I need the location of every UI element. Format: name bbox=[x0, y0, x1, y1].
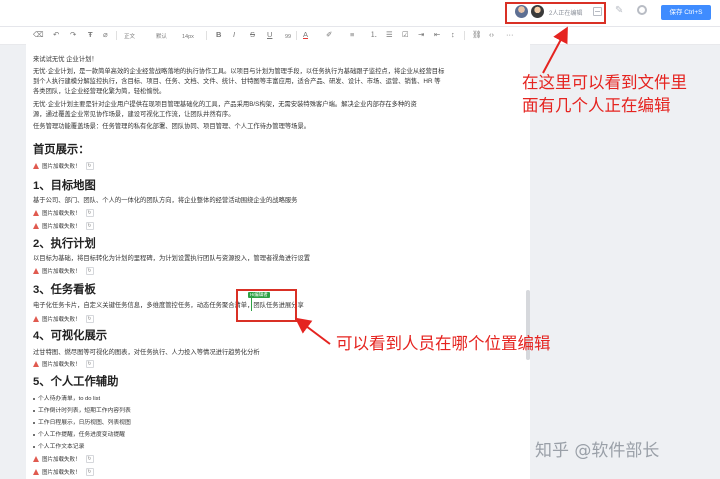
arrow-to-cursor bbox=[294, 317, 331, 345]
annotation-top-line1: 在这里可以看到文件里 bbox=[522, 73, 687, 92]
arrow-to-collaborators bbox=[542, 26, 568, 74]
annotation-top-line2: 面有几个人正在编辑 bbox=[522, 96, 671, 115]
watermark: 知乎 @软件部长 bbox=[535, 441, 660, 461]
annotation-cursor: 可以看到人员在哪个位置编辑 bbox=[336, 334, 551, 353]
